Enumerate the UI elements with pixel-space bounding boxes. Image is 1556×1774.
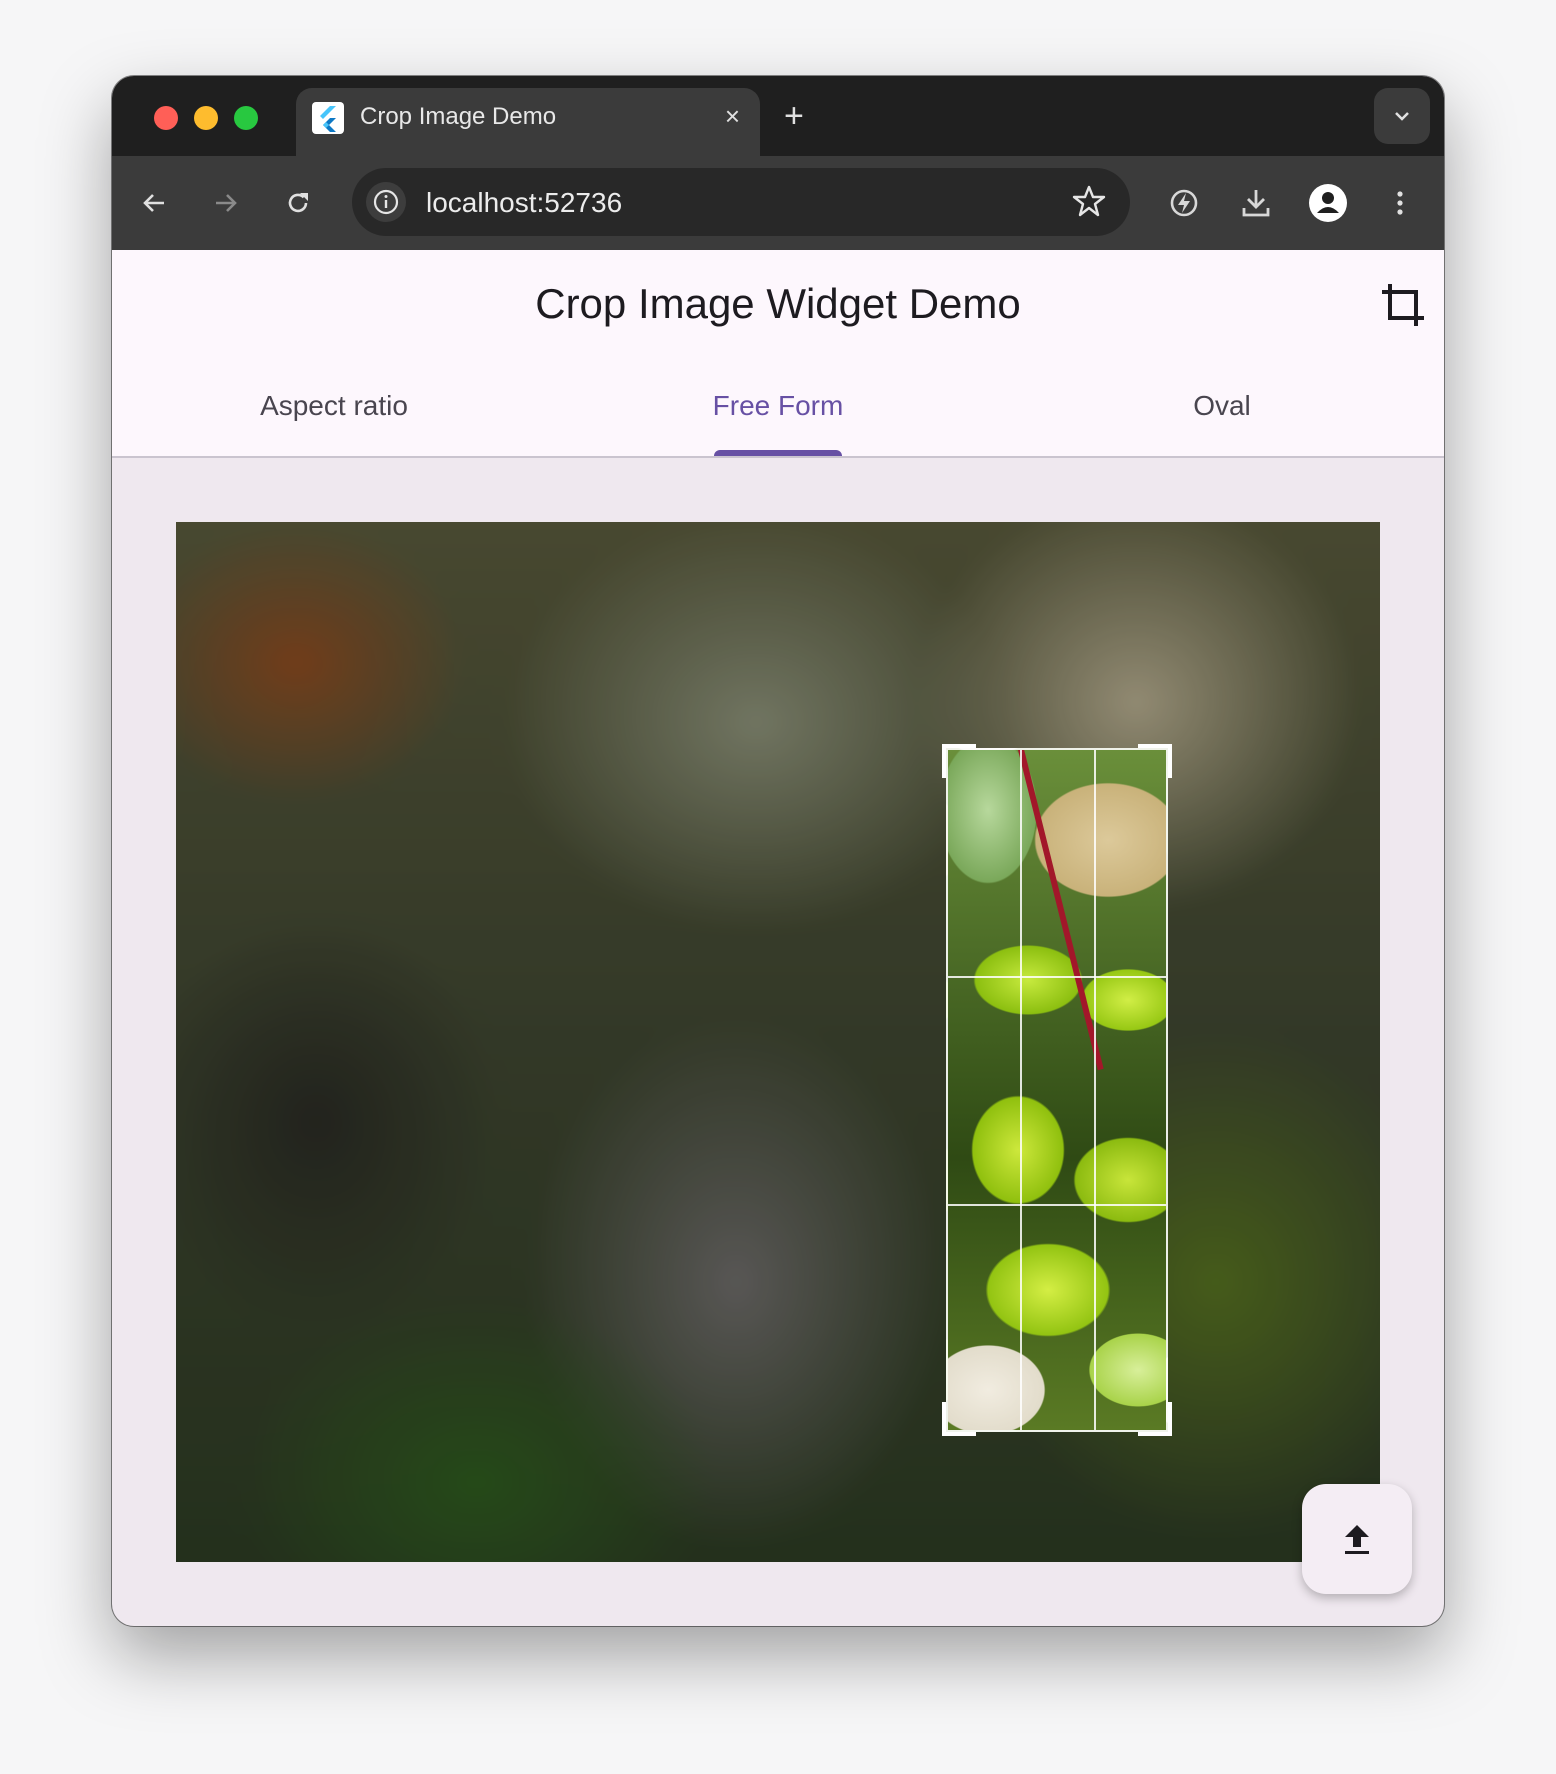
forward-arrow-icon (216, 194, 237, 212)
site-info-button[interactable] (366, 182, 406, 222)
forward-button[interactable] (206, 183, 246, 223)
new-tab-button[interactable]: + (784, 98, 804, 134)
star-icon (1072, 185, 1106, 217)
crop-handle-top-right[interactable] (1136, 744, 1172, 780)
crop-dim-overlay (176, 522, 1380, 1562)
reload-button[interactable] (278, 183, 318, 223)
flutter-favicon-icon (312, 102, 344, 134)
crop-grid-line (1020, 750, 1022, 1430)
close-window-button[interactable] (154, 106, 178, 130)
crop-handle-top-left[interactable] (942, 744, 978, 780)
profile-icon (1309, 184, 1347, 222)
tab-close-icon[interactable]: × (725, 100, 740, 132)
upload-icon (1345, 1525, 1369, 1554)
tab-strip: Crop Image Demo × + (112, 76, 1444, 156)
crop-grid-line (1094, 750, 1096, 1430)
url-text: localhost:52736 (426, 187, 623, 218)
crop-handle-bottom-right[interactable] (1136, 1400, 1172, 1436)
crop-mode-tabs: Aspect ratio Free Form Oval (112, 350, 1444, 458)
chevron-down-icon (1395, 112, 1409, 121)
address-bar[interactable]: localhost:52736 (352, 168, 1130, 236)
back-arrow-icon (143, 194, 164, 212)
crop-button[interactable] (1378, 280, 1428, 330)
maximize-window-button[interactable] (234, 106, 258, 130)
reload-icon (288, 193, 308, 213)
browser-window: Crop Image Demo × + localhost:52736 Crop… (112, 76, 1444, 1626)
info-icon (373, 189, 399, 215)
tab-free-form[interactable]: Free Form (556, 390, 1000, 422)
tab-search-button[interactable] (1374, 88, 1430, 144)
crop-icon (1382, 284, 1424, 326)
browser-tab[interactable]: Crop Image Demo × (296, 88, 760, 156)
profile-button[interactable] (1308, 183, 1348, 223)
image-stem-detail (1018, 750, 1104, 1071)
crop-canvas[interactable] (176, 522, 1380, 1562)
selected-tab-indicator (714, 450, 842, 456)
download-icon (1242, 190, 1270, 217)
browser-menu-button[interactable] (1380, 183, 1420, 223)
app-bar: Crop Image Widget Demo (112, 250, 1444, 350)
performance-button[interactable] (1164, 183, 1204, 223)
browser-toolbar: localhost:52736 (112, 156, 1444, 250)
more-vert-icon (1397, 191, 1403, 215)
tab-title: Crop Image Demo (360, 103, 557, 130)
upload-image-button[interactable] (1302, 1484, 1412, 1594)
crop-handle-bottom-left[interactable] (942, 1400, 978, 1436)
crop-grid-line (948, 976, 1166, 978)
bookmark-button[interactable] (1072, 184, 1106, 223)
back-button[interactable] (134, 183, 174, 223)
downloads-button[interactable] (1236, 183, 1276, 223)
page-title: Crop Image Widget Demo (535, 280, 1021, 327)
crop-rectangle[interactable] (946, 748, 1168, 1432)
tab-aspect-ratio[interactable]: Aspect ratio (112, 390, 556, 422)
crop-grid-line (948, 1204, 1166, 1206)
minimize-window-button[interactable] (194, 106, 218, 130)
tab-oval[interactable]: Oval (1000, 390, 1444, 422)
performance-icon (1170, 189, 1198, 217)
